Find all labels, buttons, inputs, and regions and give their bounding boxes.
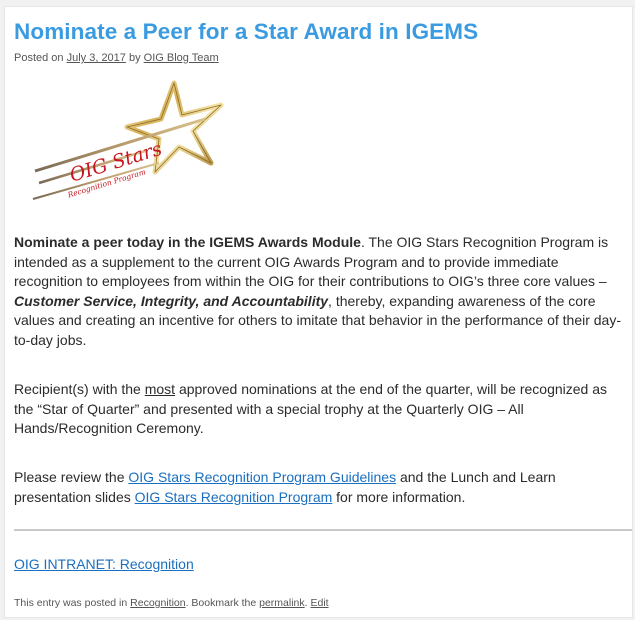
edit-link[interactable]: Edit [311, 597, 329, 609]
intro-paragraph: Nominate a peer today in the IGEMS Award… [14, 233, 630, 350]
post-meta: Posted on July 3, 2017 by OIG Blog Team [14, 52, 219, 64]
footer-text-a: This entry was posted in [14, 597, 131, 609]
permalink-link[interactable]: permalink [259, 597, 305, 609]
review-text-c: for more information. [332, 488, 466, 505]
core-values: Customer Service, Integrity, and Account… [14, 292, 329, 309]
program-slides-link[interactable]: OIG Stars Recognition Program [135, 489, 333, 505]
post-title[interactable]: Nominate a Peer for a Star Award in IGEM… [14, 19, 478, 45]
footer-text-b: . Bookmark the [185, 597, 260, 609]
by-label: by [125, 52, 144, 64]
entry-footer: This entry was posted in Recognition. Bo… [14, 597, 329, 609]
category-link[interactable]: Recognition [130, 597, 185, 609]
post-article: Nominate a Peer for a Star Award in IGEM… [4, 6, 633, 618]
oig-stars-logo: OIG Stars Recognition Program [27, 79, 231, 207]
recipients-paragraph: Recipient(s) with the most approved nomi… [14, 380, 630, 439]
recipients-text-a: Recipient(s) with the [14, 381, 145, 397]
star-logo-icon: OIG Stars Recognition Program [32, 80, 224, 200]
intro-lead: Nominate a peer today in the IGEMS Award… [14, 234, 361, 250]
guidelines-link[interactable]: OIG Stars Recognition Program Guidelines [128, 469, 396, 485]
posted-on-label: Posted on [14, 52, 67, 64]
review-paragraph: Please review the OIG Stars Recognition … [14, 468, 630, 507]
author-link[interactable]: OIG Blog Team [144, 52, 219, 64]
most-emphasis: most [144, 381, 176, 397]
intranet-recognition-link[interactable]: OIG INTRANET: Recognition [14, 556, 194, 572]
divider [14, 529, 632, 531]
review-text-a: Please review the [14, 469, 129, 485]
post-date-link[interactable]: July 3, 2017 [67, 52, 126, 64]
